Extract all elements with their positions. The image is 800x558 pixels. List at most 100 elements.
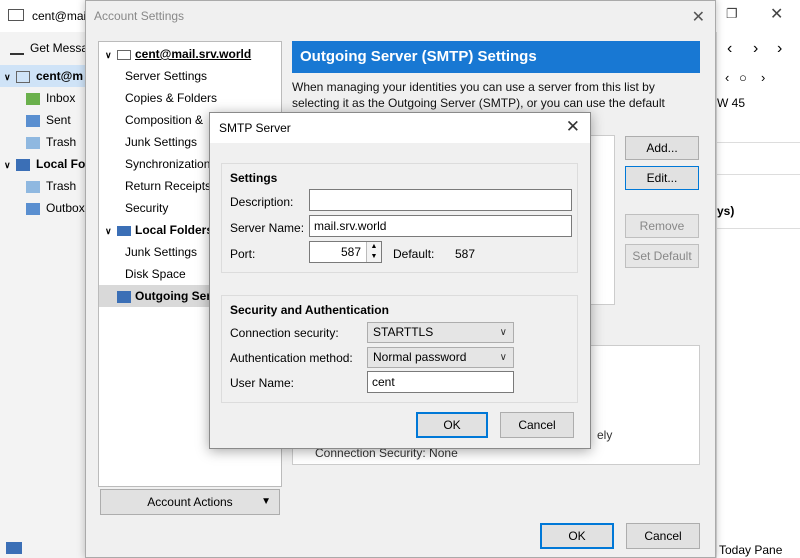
description-input[interactable] <box>309 189 572 211</box>
description-label: Description: <box>230 195 294 209</box>
tree-label: Security <box>125 201 169 215</box>
divider <box>717 228 800 229</box>
folder-outbox[interactable]: Outbox <box>0 197 86 219</box>
folder-local[interactable]: ∨ Local Fol <box>0 153 86 175</box>
expand-icon[interactable]: ∨ <box>105 44 115 65</box>
next-month-icon[interactable]: › <box>761 70 765 85</box>
ok-button[interactable]: OK <box>416 412 488 438</box>
remove-button[interactable]: Remove <box>625 214 699 238</box>
cancel-button[interactable]: Cancel <box>626 523 700 549</box>
connection-security-label: Connection security: <box>230 326 339 340</box>
forward-icon[interactable]: › <box>777 40 782 58</box>
folder-trash[interactable]: Trash <box>0 131 86 153</box>
security-group-title: Security and Authentication <box>230 303 389 317</box>
sent-icon <box>26 114 40 127</box>
folder-label: cent@m <box>36 69 84 83</box>
dialog-title: Account Settings <box>94 9 185 23</box>
spin-up-icon[interactable]: ▲ <box>367 242 381 252</box>
server-name-label: Server Name: <box>230 221 305 235</box>
mail-account-icon <box>117 49 131 60</box>
tree-server-settings[interactable]: Server Settings <box>99 65 281 87</box>
today-icon[interactable]: ○ <box>739 70 747 85</box>
expand-icon[interactable]: ∨ <box>0 66 16 87</box>
get-messages-button[interactable]: Get Messag <box>0 37 86 59</box>
tree-label: Disk Space <box>125 267 186 281</box>
chevron-down-icon: ▼ <box>261 496 271 507</box>
folder-label: Trash <box>46 179 77 193</box>
default-label: Default: <box>393 247 435 261</box>
divider <box>717 142 800 143</box>
prev-month-icon[interactable]: ‹ <box>725 70 729 85</box>
tree-label: Composition & <box>125 113 204 127</box>
expand-icon[interactable]: ∨ <box>0 154 16 175</box>
cancel-button[interactable]: Cancel <box>500 412 574 438</box>
mail-account-icon <box>16 70 30 83</box>
close-icon[interactable]: ✕ <box>566 117 580 137</box>
folder-account[interactable]: ∨ cent@m <box>0 65 86 87</box>
auth-method-value: Normal password <box>373 350 467 364</box>
auth-method-label: Authentication method: <box>230 351 353 365</box>
connection-security-select[interactable]: STARTTLS ∨ <box>367 322 514 343</box>
today-pane-toggle[interactable]: Today Pane <box>719 543 782 557</box>
settings-group: Settings Description: Server Name: mail.… <box>221 163 578 273</box>
tree-label: Junk Settings <box>125 245 198 259</box>
prev-icon[interactable]: ‹ <box>727 40 732 58</box>
user-name-input[interactable]: cent <box>367 371 514 393</box>
tree-label: Server Settings <box>125 69 208 83</box>
chevron-down-icon: ∨ <box>499 352 507 363</box>
tree-label: Copies & Folders <box>125 91 218 105</box>
port-spinner[interactable]: ▲ ▼ <box>366 242 381 262</box>
mail-icon <box>8 9 24 21</box>
account-actions-button[interactable]: Account Actions ▼ <box>100 489 280 515</box>
folder-pane: Get Messag ∨ cent@m Inbox Sent Trash ∨ Loc… <box>0 32 86 558</box>
tree-label: Junk Settings <box>125 135 198 149</box>
download-icon <box>10 43 24 55</box>
tree-label: Synchronization <box>125 157 211 171</box>
dialog-titlebar: SMTP Server ✕ <box>210 113 590 143</box>
page-title: Outgoing Server (SMTP) Settings <box>292 41 700 73</box>
local-folder-icon <box>117 225 131 236</box>
user-name-label: User Name: <box>230 376 295 390</box>
next-icon[interactable]: › <box>753 40 758 58</box>
folder-label: Sent <box>46 113 71 127</box>
default-port-value: 587 <box>455 247 476 261</box>
outgoing-server-icon <box>117 290 131 303</box>
details-text: ely <box>597 428 613 442</box>
outbox-icon <box>26 202 40 215</box>
week-number: W 45 <box>717 96 746 110</box>
folder-inbox[interactable]: Inbox <box>0 87 86 109</box>
add-button[interactable]: Add... <box>625 136 699 160</box>
chevron-down-icon: ∨ <box>499 327 507 338</box>
server-name-input[interactable]: mail.srv.world <box>309 215 572 237</box>
close-icon[interactable]: ✕ <box>692 7 705 27</box>
tree-account[interactable]: ∨ cent@mail.srv.world <box>99 43 281 65</box>
get-messages-label: Get Messag <box>30 41 86 55</box>
calendar-pane: ‹ › › ‹ ○ › W 45 ys) Today Pane <box>716 32 800 558</box>
status-icon <box>6 542 22 554</box>
close-icon[interactable]: ✕ <box>770 4 783 24</box>
ok-button[interactable]: OK <box>540 523 614 549</box>
expand-icon[interactable]: ∨ <box>105 220 115 241</box>
edit-button[interactable]: Edit... <box>625 166 699 190</box>
restore-icon[interactable]: ❐ <box>726 6 738 22</box>
spin-down-icon[interactable]: ▼ <box>367 252 381 262</box>
local-folder-icon <box>16 158 30 171</box>
days-label: ys) <box>717 204 735 218</box>
tree-label: Return Receipts <box>125 179 212 193</box>
port-value: 587 <box>340 245 361 259</box>
tree-label: Outgoing Ser <box>135 289 211 303</box>
security-group: Security and Authentication Connection s… <box>221 295 578 403</box>
inbox-icon <box>26 92 40 105</box>
account-actions-label: Account Actions <box>147 495 233 509</box>
tree-copies-folders[interactable]: Copies & Folders <box>99 87 281 109</box>
auth-method-select[interactable]: Normal password ∨ <box>367 347 514 368</box>
folder-sent[interactable]: Sent <box>0 109 86 131</box>
folder-label: Local Fol <box>36 157 86 171</box>
folder-local-trash[interactable]: Trash <box>0 175 86 197</box>
tree-label: Local Folders <box>135 223 214 237</box>
smtp-server-dialog: SMTP Server ✕ Settings Description: Serv… <box>209 112 591 449</box>
trash-icon <box>26 136 40 149</box>
dialog-title: SMTP Server <box>219 121 291 135</box>
set-default-button[interactable]: Set Default <box>625 244 699 268</box>
trash-icon <box>26 180 40 193</box>
